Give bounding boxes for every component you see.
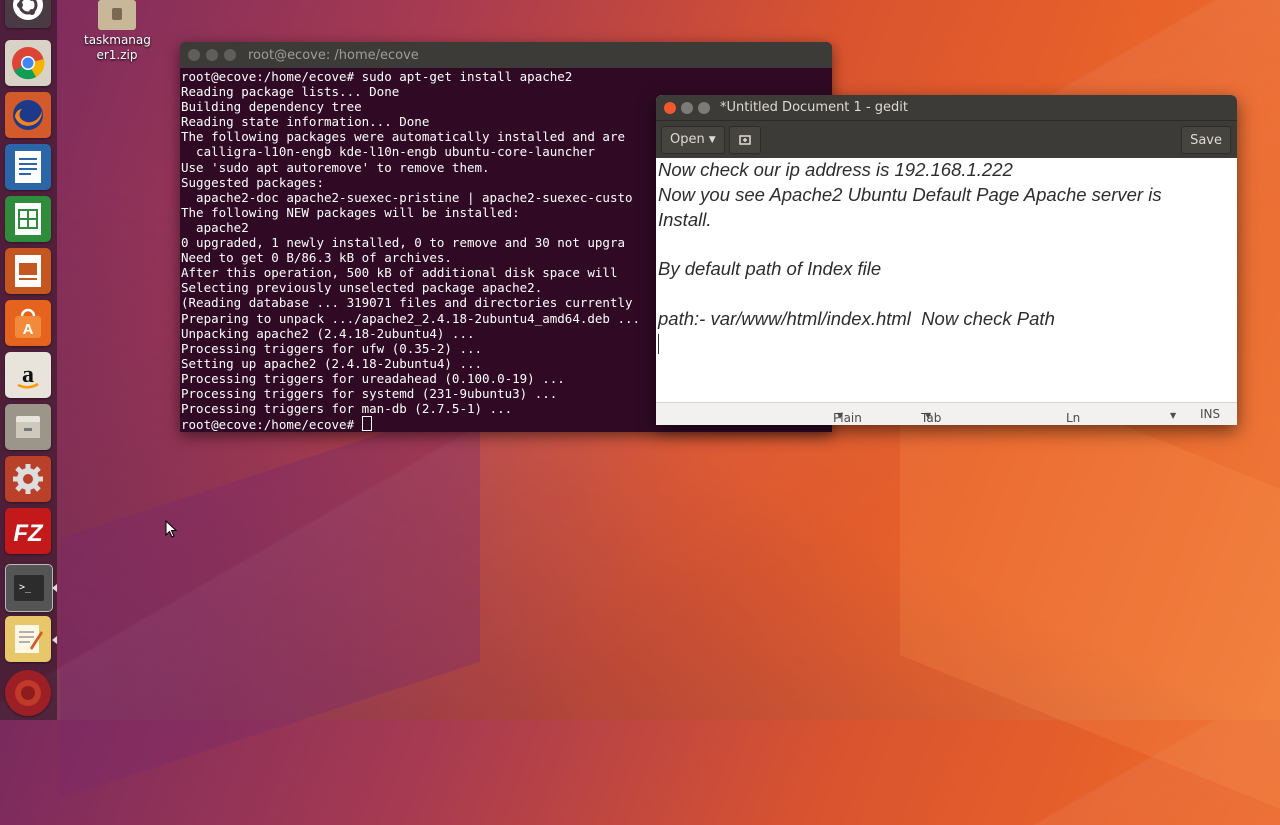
gedit-titlebar[interactable]: *Untitled Document 1 - gedit <box>656 95 1237 120</box>
unity-launcher: A a FZ >_ <box>0 0 57 720</box>
desktop-file-taskmanager[interactable]: taskmanag er1.zip <box>84 0 151 63</box>
firefox-icon[interactable] <box>5 92 51 138</box>
files-icon[interactable] <box>5 404 51 450</box>
save-button-label: Save <box>1190 132 1222 148</box>
text-line: Now you see Apache2 Ubuntu Default Page … <box>658 183 1162 205</box>
maximize-icon[interactable] <box>224 49 236 61</box>
maximize-icon[interactable] <box>698 101 710 114</box>
libreoffice-writer-icon[interactable] <box>5 144 51 190</box>
ubuntu-dash-icon[interactable] <box>5 0 51 28</box>
svg-text:FZ: FZ <box>13 520 44 547</box>
desktop-file-label-line1: taskmanag <box>84 33 151 47</box>
chevron-down-icon: ▼ <box>1170 411 1177 420</box>
ubuntu-software-icon[interactable]: A <box>5 300 51 346</box>
chevron-down-icon: ▼ <box>708 134 716 145</box>
text-editor-icon[interactable] <box>5 616 51 662</box>
filezilla-icon[interactable]: FZ <box>5 508 51 554</box>
gedit-toolbar: Open ▼ Save <box>656 120 1237 158</box>
libreoffice-impress-icon[interactable] <box>5 248 51 294</box>
text-cursor <box>658 333 659 354</box>
terminal-title: root@ecove: /home/ecove <box>248 47 419 63</box>
open-button[interactable]: Open ▼ <box>661 125 725 154</box>
running-indicator <box>52 584 57 592</box>
wallpaper-facet <box>60 401 480 799</box>
chevron-down-icon: ▼ <box>925 411 932 420</box>
system-settings-icon[interactable] <box>5 456 51 502</box>
desktop-file-label-line2: er1.zip <box>96 48 138 62</box>
new-document-icon <box>738 134 751 145</box>
trash-icon[interactable] <box>5 670 51 716</box>
save-button[interactable]: Save <box>1181 126 1231 154</box>
minimize-icon[interactable] <box>681 101 693 114</box>
gedit-window[interactable]: *Untitled Document 1 - gedit Open ▼ Save… <box>656 95 1237 425</box>
chevron-down-icon: ▼ <box>837 411 844 420</box>
libreoffice-calc-icon[interactable] <box>5 196 51 242</box>
terminal-titlebar[interactable]: root@ecove: /home/ecove <box>180 42 832 68</box>
chrome-icon[interactable] <box>5 40 51 86</box>
close-icon[interactable] <box>664 101 676 114</box>
text-line: By default path of Index file <box>658 258 882 280</box>
insert-mode-indicator: INS <box>1200 407 1221 421</box>
open-button-label: Open <box>670 132 705 147</box>
text-line <box>658 282 1237 307</box>
archive-icon <box>98 0 136 30</box>
svg-text:a: a <box>22 362 34 388</box>
new-document-button[interactable] <box>728 125 761 154</box>
text-editor-area[interactable]: Now check our ip address is 192.168.1.22… <box>656 158 1237 398</box>
text-line: Now check our ip address is 192.168.1.22… <box>658 159 1013 180</box>
terminal-icon[interactable]: >_ <box>5 564 53 612</box>
gedit-statusbar: Plain Text▼ Tab Width: 14▼ Ln 14, Col 1 … <box>656 402 1237 425</box>
mouse-pointer-icon <box>165 520 177 538</box>
running-indicator <box>52 636 57 644</box>
text-cursor-line <box>658 332 1237 357</box>
amazon-icon[interactable]: a <box>5 352 51 398</box>
gedit-title: *Untitled Document 1 - gedit <box>720 100 908 115</box>
terminal-cursor <box>361 416 372 432</box>
text-line: Install. <box>658 208 712 230</box>
close-icon[interactable] <box>188 49 200 61</box>
terminal-prompt: root@ecove:/home/ecove# <box>181 417 362 432</box>
terminal-line: root@ecove:/home/ecove# sudo apt-get ins… <box>181 69 573 84</box>
svg-text:A: A <box>23 321 34 338</box>
minimize-icon[interactable] <box>206 49 218 61</box>
cursor-position-label: Ln 14, Col 1 <box>1066 411 1081 425</box>
svg-text:>_: >_ <box>19 582 32 593</box>
text-line: path:- var/www/html/index.html Now check… <box>658 307 1055 329</box>
text-line <box>658 232 1237 257</box>
